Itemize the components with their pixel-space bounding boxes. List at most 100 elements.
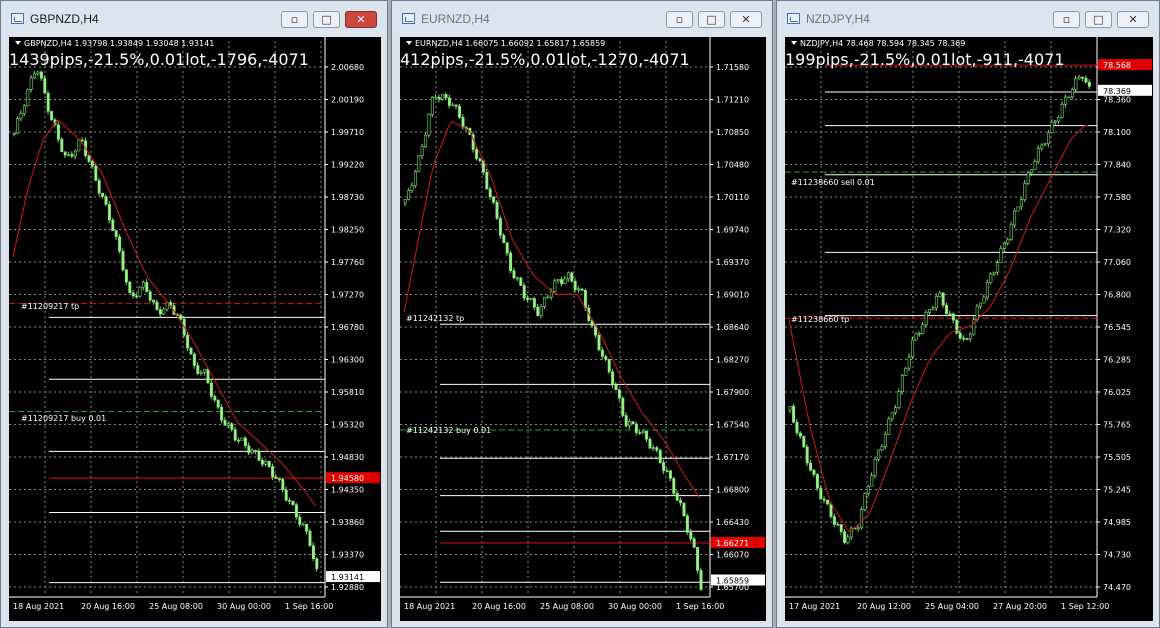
candle-body: [529, 298, 533, 300]
window-titlebar[interactable]: GBPNZD,H4 ▫ □ ✕: [1, 1, 387, 37]
candle-body: [1077, 76, 1081, 80]
chart-canvas[interactable]: 78.61578.36078.10077.84077.58077.32077.0…: [785, 37, 1153, 621]
minimize-button[interactable]: ▫: [1053, 11, 1080, 28]
candle-body: [107, 204, 111, 221]
candle-body: [12, 132, 16, 135]
candle-body: [989, 273, 993, 283]
red-price-tag-text: 78.568: [1103, 61, 1131, 70]
candle-body: [556, 279, 560, 282]
minimize-button[interactable]: ▫: [281, 11, 308, 28]
trade-label-order: #11209217 buy 0.01: [21, 414, 107, 423]
candle-body: [682, 502, 686, 517]
candle-body: [924, 312, 928, 326]
candle-body: [1016, 206, 1020, 212]
candle-body: [624, 415, 628, 427]
price-label: 1.70850: [716, 128, 749, 137]
candle-body: [604, 356, 608, 360]
candle-body: [305, 523, 309, 532]
price-chart[interactable]: 2.00680 2.00190 1.99710 1.99220 1.98730 1.982…: [9, 37, 381, 621]
candle-body: [631, 421, 635, 425]
candle-body: [1019, 199, 1023, 208]
price-label: 75.505: [1103, 453, 1131, 462]
candle-body: [948, 313, 952, 315]
candle-body: [655, 447, 659, 451]
candle-body: [505, 242, 509, 254]
price-label: 1.71580: [716, 63, 749, 72]
candle-body: [819, 487, 823, 500]
price-label: 1.94350: [331, 486, 364, 495]
price-chart[interactable]: 1.71580 1.71210 1.70850 1.70480 1.70110 1.697…: [400, 37, 766, 621]
chart-window-eurnzd[interactable]: EURNZD,H4 ▫ □ ✕ 1.71580 1.71210 1.70850 1.7…: [391, 0, 773, 628]
candle-body: [434, 96, 438, 99]
close-button[interactable]: ✕: [345, 11, 377, 28]
price-label: 1.93860: [331, 518, 364, 527]
candle-body: [158, 309, 162, 315]
candle-body: [798, 432, 802, 437]
candle-body: [597, 334, 601, 351]
candle-body: [67, 154, 71, 156]
candle-body: [1057, 116, 1061, 122]
candle-body: [1087, 81, 1091, 87]
candle-body: [196, 365, 200, 374]
candle-body: [475, 149, 479, 159]
candle-body: [271, 466, 275, 478]
candle-body: [965, 338, 969, 340]
candle-body: [192, 353, 196, 366]
candle-body: [634, 423, 638, 433]
candle-body: [968, 333, 972, 340]
chart-canvas[interactable]: 2.00680 2.00190 1.99710 1.99220 1.98730 1.982…: [9, 37, 381, 621]
candle-body: [1033, 161, 1037, 170]
candle-body: [36, 71, 40, 75]
candle-body: [101, 192, 105, 197]
candle-body: [247, 445, 251, 454]
time-label: 27 Aug 20:00: [993, 602, 1047, 611]
candle-body: [692, 538, 696, 548]
close-button[interactable]: ✕: [730, 11, 762, 28]
chart-window-icon: [787, 13, 800, 24]
pips-summary: 412pips,-21.5%,0.01lot,-1270,-4071: [400, 50, 690, 69]
chart-window-nzdjpy[interactable]: NZDJPY,H4 ▫ □ ✕ 78.61578.36078.10077.840…: [776, 0, 1160, 628]
chart-window-gbpnzd[interactable]: GBPNZD,H4 ▫ □ ✕ 2.00680 2.00190 1.99710 1.9…: [0, 0, 388, 628]
candle-body: [600, 349, 604, 357]
candle-body: [223, 419, 227, 426]
candle-body: [805, 446, 809, 464]
maximize-button[interactable]: □: [313, 11, 340, 28]
minimize-button[interactable]: ▫: [666, 11, 693, 28]
maximize-button[interactable]: □: [698, 11, 725, 28]
candle-body: [230, 423, 234, 430]
chart-window-icon: [402, 13, 415, 24]
price-label: 1.70480: [716, 161, 749, 170]
symbol-info: EURNZD,H4 1.66075 1.66092 1.65817 1.6585…: [406, 39, 605, 48]
candle-body: [921, 324, 925, 334]
candle-body: [26, 88, 30, 107]
price-label: 76.800: [1103, 291, 1131, 300]
price-label: 1.94830: [331, 453, 364, 462]
price-label: 1.69740: [716, 226, 749, 235]
candle-body: [311, 545, 315, 560]
price-label: 1.97270: [331, 291, 364, 300]
candle-body: [430, 97, 434, 115]
candle-body: [56, 124, 60, 140]
candle-body: [209, 382, 213, 397]
price-label: 1.68270: [716, 356, 749, 365]
price-chart[interactable]: 78.61578.36078.10077.84077.58077.32077.0…: [785, 37, 1153, 621]
candle-body: [958, 332, 962, 339]
maximize-button[interactable]: □: [1085, 11, 1112, 28]
price-label: 1.98250: [331, 226, 364, 235]
candle-body: [672, 478, 676, 494]
close-button[interactable]: ✕: [1117, 11, 1149, 28]
candle-body: [928, 309, 932, 313]
trade-label-order: #11242132 buy 0.01: [406, 426, 492, 435]
time-label: 1 Sep 16:00: [285, 602, 333, 611]
candle-body: [488, 188, 492, 198]
window-titlebar[interactable]: NZDJPY,H4 ▫ □ ✕: [777, 1, 1159, 37]
chart-canvas[interactable]: 1.71580 1.71210 1.70850 1.70480 1.70110 1.697…: [400, 37, 766, 621]
candle-body: [877, 449, 881, 460]
candle-body: [617, 389, 621, 399]
window-titlebar[interactable]: EURNZD,H4 ▫ □ ✕: [392, 1, 772, 37]
candle-body: [458, 105, 462, 118]
candle-body: [498, 218, 502, 236]
candle-body: [294, 504, 298, 518]
candle-body: [792, 405, 796, 423]
candle-body: [179, 314, 183, 320]
